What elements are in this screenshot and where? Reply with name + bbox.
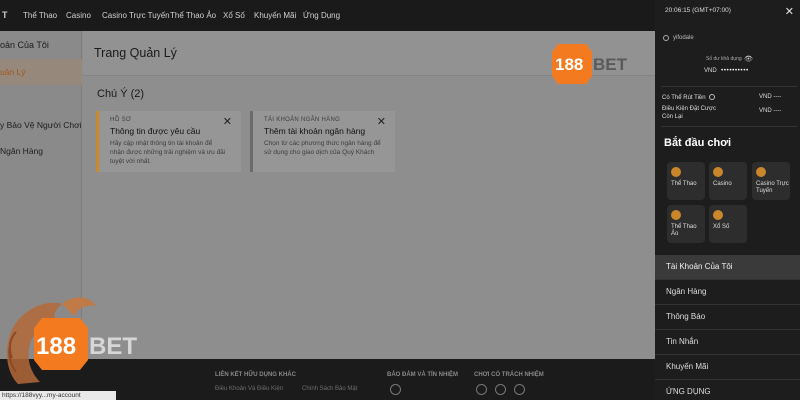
wager-remaining-value: VND ---- (759, 108, 782, 114)
menu-item-my-account[interactable]: Tài Khoản Của Tôi (655, 255, 800, 280)
card-accent-bar (250, 111, 253, 172)
nav-item-app[interactable]: Ứng Dụng (303, 11, 340, 20)
responsible-gaming-icon (514, 384, 525, 395)
card-tag: HỒ SƠ (110, 117, 132, 123)
balance-label: Số dư khả dụng (706, 56, 742, 62)
lottery-icon (713, 210, 723, 220)
card-tag: TÀI KHOẢN NGÂN HÀNG (264, 117, 341, 123)
card-description: Chọn từ các phương thức ngân hàng để sử … (264, 140, 381, 156)
sidebar-title: oản Của Tôi (0, 40, 49, 50)
virtual-sports-icon (671, 210, 681, 220)
menu-item-promotions[interactable]: Khuyến Mãi (655, 355, 800, 380)
nav-item-live-casino[interactable]: Casino Trực Tuyến (102, 11, 170, 20)
footer-heading-links: LIÊN KẾT HỮU DỤNG KHÁC (215, 372, 296, 378)
tile-label: Thể Thao (671, 181, 697, 187)
sidebar-item-label: Ngân Hàng (0, 146, 44, 156)
nav-item-virtual-sports[interactable]: Thể Thao Ảo (170, 11, 216, 20)
age-limit-icon (476, 384, 487, 395)
start-playing-title: Bắt đầu chơi (664, 137, 732, 149)
logo-text-number: 188 (555, 55, 583, 74)
sports-icon (671, 167, 681, 177)
divider (661, 86, 797, 87)
notice-card-profile[interactable]: HỒ SƠ Thông tin được yêu cầu Hãy cập nhậ… (96, 111, 241, 172)
tile-label: Xổ Số (713, 224, 730, 230)
menu-item-messages[interactable]: Tin Nhắn (655, 330, 800, 355)
sidebar-item-management[interactable]: uản Lý (0, 59, 82, 85)
divider (661, 126, 797, 127)
tile-sports[interactable]: Thể Thao (667, 162, 705, 200)
card-accent-bar (96, 111, 99, 172)
tile-label: Casino Trực Tuyến (756, 181, 789, 194)
sidebar-item-label: uản Lý (0, 67, 26, 77)
footer-heading-responsible: CHƠI CÓ TRÁCH NHIỆM (474, 372, 544, 378)
live-casino-icon (756, 167, 766, 177)
notice-title: Chú Ý (2) (97, 88, 145, 100)
menu-item-bank[interactable]: Ngân Hàng (655, 280, 800, 305)
logo-text-word: BET (593, 55, 628, 74)
nav-item-lottery[interactable]: Xổ Số (223, 11, 245, 20)
tile-live-casino[interactable]: Casino Trực Tuyến (752, 162, 790, 200)
close-icon[interactable]: ✕ (785, 5, 794, 18)
drawer-menu: Tài Khoản Của Tôi Ngân Hàng Thông Báo Ti… (655, 255, 800, 400)
nav-item-sports[interactable]: Thể Thao (23, 11, 57, 20)
balance-currency: VND (704, 68, 717, 74)
footer-heading-trust: BẢO ĐẢM VÀ TÍN NHIỆM (387, 372, 458, 378)
withdrawable-value: VND ---- (759, 94, 782, 100)
logo-text-number: 188 (36, 333, 76, 360)
page-title: Trang Quản Lý (94, 46, 177, 60)
footer-link-privacy[interactable]: Chính Sách Bảo Mật (302, 386, 357, 392)
logo-text-word: BET (89, 333, 137, 360)
brand-logo: 188 BET (552, 44, 628, 84)
card-title: Thêm tài khoản ngân hàng (264, 126, 366, 136)
card-description: Hãy cập nhật thông tin tài khoản để nhận… (110, 140, 226, 165)
tile-casino[interactable]: Casino (709, 162, 747, 200)
close-icon[interactable]: ✕ (377, 115, 386, 128)
gamcare-icon (495, 384, 506, 395)
menu-item-notifications[interactable]: Thông Báo (655, 305, 800, 330)
eye-icon[interactable]: 👁 (744, 55, 753, 63)
footer-link-terms[interactable]: Điều Khoản Và Điều Kiện (215, 386, 283, 392)
clock-time: 20:06:15 (GMT+07:00) (665, 7, 731, 14)
tile-lottery[interactable]: Xổ Số (709, 205, 747, 243)
close-icon[interactable]: ✕ (223, 115, 232, 128)
notice-card-bank[interactable]: TÀI KHOẢN NGÂN HÀNG Thêm tài khoản ngân … (250, 111, 395, 172)
tile-label: Casino (713, 181, 732, 187)
sidebar-item-label: y Bảo Vệ Người Chơi (0, 120, 82, 130)
brand-fragment[interactable]: T (2, 10, 8, 20)
sidebar-item-bank[interactable]: Ngân Hàng (0, 138, 82, 164)
username: yifodale (673, 35, 694, 41)
balance-value: •••••••••• (721, 67, 749, 74)
nav-item-promotions[interactable]: Khuyến Mãi (254, 11, 296, 20)
tile-label: Thể Thao Ảo (671, 224, 697, 237)
info-icon[interactable] (708, 94, 715, 100)
dragon-logo-watermark: 188 BET (6, 297, 137, 384)
menu-item-app[interactable]: ỨNG DỤNG (655, 380, 800, 400)
card-title: Thông tin được yêu cầu (110, 126, 201, 136)
trust-badge-icon (390, 384, 401, 395)
withdrawable-label: Có Thể Rút Tiền (662, 94, 715, 102)
tile-virtual-sports[interactable]: Thể Thao Ảo (667, 205, 705, 243)
nav-item-casino[interactable]: Casino (66, 11, 91, 20)
sidebar-item-player-protection[interactable]: y Bảo Vệ Người Chơi (0, 112, 82, 138)
wager-remaining-label: Điều Kiện Đặt Cược Còn Lại (662, 106, 716, 120)
user-icon (663, 35, 669, 41)
status-url-bar: https://188vyy...my-account (0, 391, 116, 400)
casino-icon (713, 167, 723, 177)
